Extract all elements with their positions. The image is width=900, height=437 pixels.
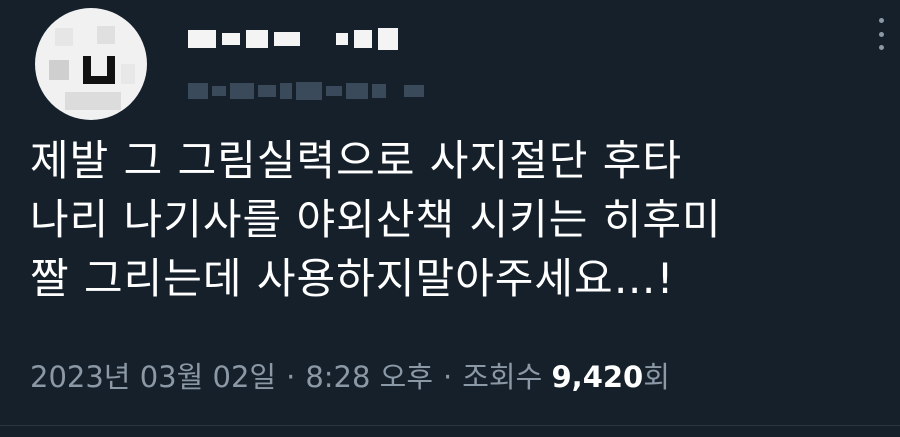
tweet-text: 제발 그 그림실력으로 사지절단 후타 나리 나기사를 야외산책 시키는 히후미… — [30, 136, 722, 303]
tweet-date[interactable]: 2023년 03월 02일 — [30, 360, 276, 394]
avatar[interactable] — [35, 8, 147, 120]
tweet-time[interactable]: 8:28 오후 — [305, 360, 433, 394]
views-suffix: 회 — [643, 360, 670, 394]
more-vertical-icon[interactable] — [876, 18, 886, 50]
views-label: 조회수 — [462, 360, 543, 394]
tweet-meta: 2023년 03월 02일 · 8:28 오후 · 조회수 9,420회 — [30, 357, 670, 397]
tweet: 제발 그 그림실력으로 사지절단 후타 나리 나기사를 야외산책 시키는 히후미… — [0, 0, 900, 437]
display-name[interactable] — [188, 22, 398, 56]
meta-separator: · — [443, 360, 453, 394]
views-count: 9,420 — [551, 360, 644, 394]
user-handle[interactable] — [188, 82, 424, 100]
meta-separator: · — [286, 360, 296, 394]
divider — [0, 425, 900, 426]
